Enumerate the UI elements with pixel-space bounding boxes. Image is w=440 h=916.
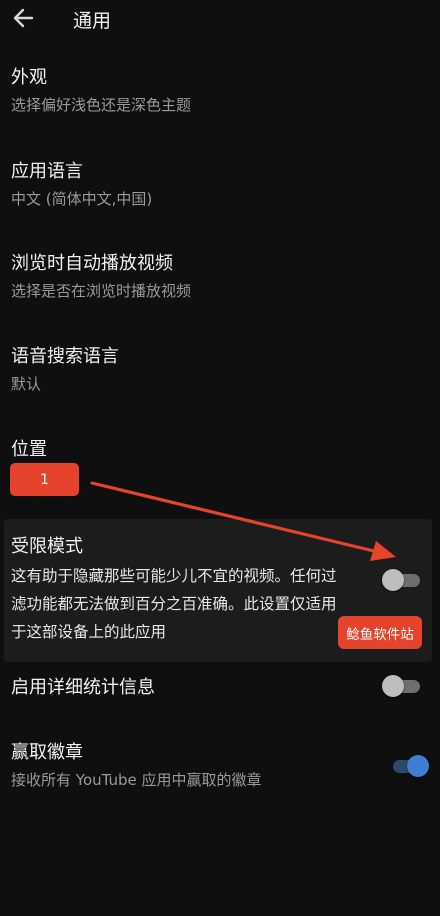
setting-subtitle: 中文 (简体中文,中国) bbox=[11, 190, 153, 208]
toggle-thumb bbox=[382, 569, 404, 591]
setting-subtitle: 选择偏好浅色还是深色主题 bbox=[11, 96, 192, 114]
setting-description: 这有助于隐藏那些可能少儿不宜的视频。任何过滤功能都无法做到百分之百准确。此设置仅… bbox=[11, 567, 337, 641]
setting-subtitle: 默认 bbox=[11, 375, 42, 393]
setting-stats[interactable]: 启用详细统计信息 bbox=[11, 676, 411, 700]
setting-autoplay[interactable]: 浏览时自动播放视频 选择是否在浏览时播放视频 bbox=[11, 252, 411, 301]
setting-title: 位置 bbox=[11, 439, 47, 460]
setting-appearance[interactable]: 外观 选择偏好浅色还是深色主题 bbox=[11, 66, 411, 115]
setting-title: 浏览时自动播放视频 bbox=[11, 253, 173, 274]
stats-toggle[interactable] bbox=[382, 675, 422, 697]
setting-title: 语音搜索语言 bbox=[11, 346, 119, 367]
back-arrow-icon[interactable] bbox=[10, 4, 38, 32]
setting-title: 外观 bbox=[11, 67, 47, 88]
setting-title: 赢取徽章 bbox=[11, 742, 83, 763]
location-annotation-badge: 1 bbox=[10, 463, 79, 496]
badges-toggle[interactable] bbox=[389, 755, 429, 777]
setting-title: 应用语言 bbox=[11, 161, 83, 182]
setting-location[interactable]: 位置 bbox=[11, 438, 411, 462]
setting-title: 启用详细统计信息 bbox=[11, 677, 155, 698]
restricted-mode-toggle[interactable] bbox=[382, 569, 422, 591]
toggle-thumb bbox=[407, 755, 429, 777]
setting-badges[interactable]: 赢取徽章 接收所有 YouTube 应用中赢取的徽章 bbox=[11, 741, 411, 790]
setting-app-language[interactable]: 应用语言 中文 (简体中文,中国) bbox=[11, 160, 411, 209]
setting-subtitle: 接收所有 YouTube 应用中赢取的徽章 bbox=[11, 771, 262, 789]
toggle-thumb bbox=[382, 675, 404, 697]
setting-title: 受限模式 bbox=[11, 536, 83, 557]
setting-voice-search-language[interactable]: 语音搜索语言 默认 bbox=[11, 345, 411, 394]
watermark-label: 鲶鱼软件站 bbox=[338, 616, 422, 649]
app-bar: 通用 bbox=[0, 0, 440, 40]
setting-subtitle: 选择是否在浏览时播放视频 bbox=[11, 282, 192, 300]
page-title: 通用 bbox=[73, 10, 112, 32]
